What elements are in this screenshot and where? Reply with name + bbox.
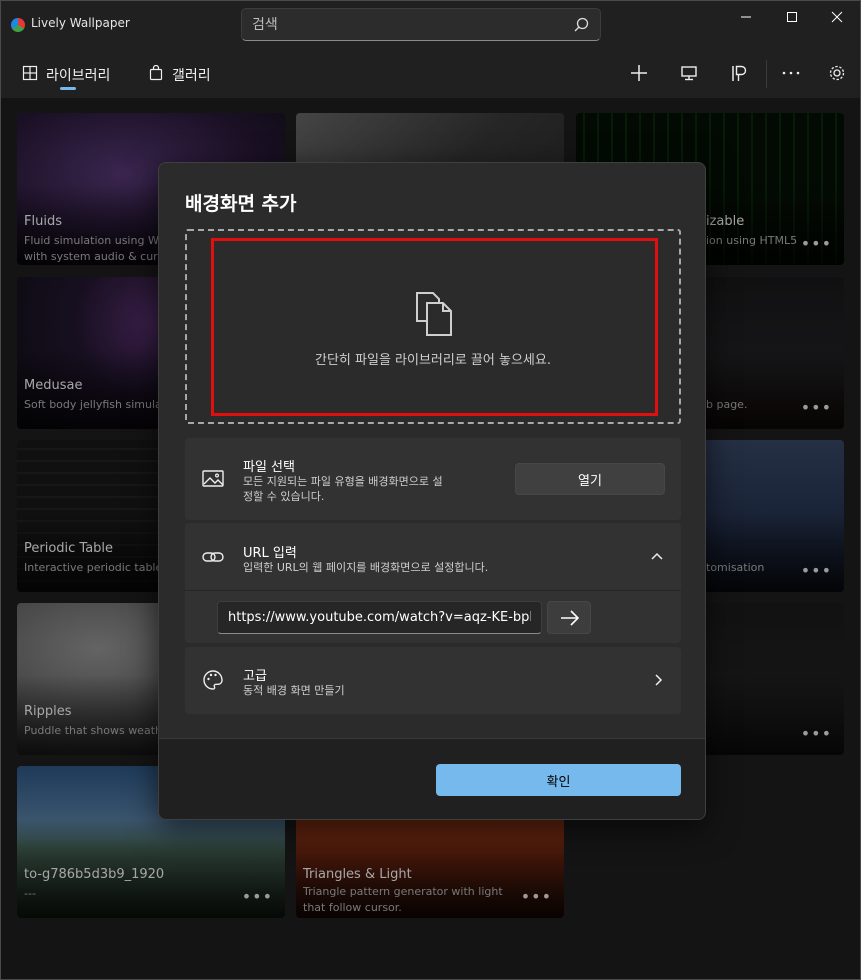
url-input-description: 입력한 URL의 웹 페이지를 배경화면으로 설정합니다. bbox=[243, 561, 489, 574]
dialog-footer: 확인 bbox=[159, 738, 705, 819]
advanced-panel[interactable]: 고급 동적 배경 화면 만들기 bbox=[185, 647, 681, 714]
palette-icon bbox=[203, 670, 223, 690]
url-input-title: URL 입력 bbox=[243, 546, 297, 561]
app-title: Lively Wallpaper bbox=[31, 16, 130, 30]
app-logo-icon bbox=[11, 18, 25, 32]
drop-instructions: 간단히 파일을 라이브러리로 끌어 놓으세요. bbox=[315, 353, 551, 368]
chevron-right-icon[interactable] bbox=[653, 673, 663, 687]
tab-selected-indicator bbox=[60, 87, 76, 90]
monitor-icon[interactable] bbox=[677, 61, 701, 85]
minimize-icon[interactable] bbox=[731, 6, 761, 30]
link-icon bbox=[202, 552, 224, 562]
add-icon[interactable] bbox=[627, 61, 651, 85]
search-icon[interactable] bbox=[572, 16, 590, 34]
advanced-description: 동적 배경 화면 만들기 bbox=[243, 684, 345, 697]
chevron-up-icon[interactable] bbox=[650, 551, 664, 561]
title-bar: Lively Wallpaper bbox=[1, 1, 860, 45]
file-select-description: 모든 지원되는 파일 유형을 배경화면으로 설 정할 수 있습니다. bbox=[243, 475, 443, 503]
more-options-icon[interactable] bbox=[779, 61, 803, 85]
url-field[interactable] bbox=[217, 601, 542, 634]
image-icon bbox=[202, 470, 224, 487]
tab-library-label: 라이브러리 bbox=[46, 68, 111, 84]
add-wallpaper-dialog: 배경화면 추가 간단히 파일을 라이브러리로 끌어 놓으세요. 파일 선택 모든… bbox=[158, 162, 706, 820]
tab-gallery-label: 갤러리 bbox=[172, 68, 211, 84]
maximize-icon[interactable] bbox=[777, 6, 807, 30]
open-file-button[interactable]: 열기 bbox=[515, 463, 665, 495]
confirm-button[interactable]: 확인 bbox=[436, 764, 681, 796]
tab-library[interactable]: 라이브러리 bbox=[22, 63, 122, 85]
file-select-title: 파일 선택 bbox=[243, 460, 295, 475]
control-panel-icon[interactable] bbox=[727, 61, 751, 85]
app-window: Lively Wallpaper 라이브러리 갤러리 FluidsFluid s… bbox=[0, 0, 861, 980]
search-box[interactable] bbox=[241, 8, 601, 41]
grid-icon bbox=[22, 65, 38, 81]
file-drop-zone[interactable]: 간단히 파일을 라이브러리로 끌어 놓으세요. bbox=[185, 229, 681, 424]
advanced-title: 고급 bbox=[243, 669, 267, 684]
settings-gear-icon[interactable] bbox=[825, 61, 849, 85]
dialog-title: 배경화면 추가 bbox=[185, 193, 297, 215]
navigate-button[interactable] bbox=[547, 601, 591, 634]
shopping-bag-icon bbox=[149, 65, 163, 81]
file-select-panel: 파일 선택 모든 지원되는 파일 유형을 배경화면으로 설 정할 수 있습니다.… bbox=[185, 438, 681, 520]
copy-files-icon bbox=[416, 292, 452, 336]
close-icon[interactable] bbox=[822, 6, 852, 30]
arrow-right-icon bbox=[561, 610, 580, 626]
panel-divider bbox=[185, 590, 681, 591]
search-input[interactable] bbox=[252, 15, 562, 35]
toolbar-divider bbox=[766, 60, 767, 88]
tab-gallery[interactable]: 갤러리 bbox=[148, 63, 228, 85]
